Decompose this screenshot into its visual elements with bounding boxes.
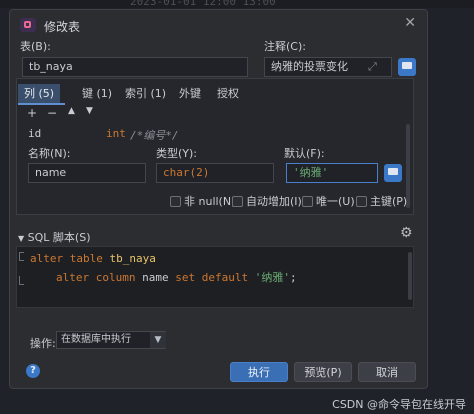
default-value-label: 默认(F): bbox=[284, 147, 325, 160]
tab-columns[interactable]: 列 (5) bbox=[18, 84, 61, 104]
tab-indexes[interactable]: 索引 (1) bbox=[119, 84, 172, 104]
app-icon bbox=[20, 18, 36, 32]
add-icon[interactable]: + bbox=[27, 106, 37, 120]
move-up-icon[interactable]: ▲ bbox=[68, 106, 75, 116]
column-type-label: 类型(Y): bbox=[156, 147, 198, 160]
column-type-input[interactable]: char(2) bbox=[156, 163, 274, 183]
sql-script-title: SQL 脚本(S) bbox=[27, 231, 91, 244]
active-tab-indicator bbox=[18, 103, 65, 105]
primary-key-checkbox[interactable] bbox=[356, 196, 367, 207]
primary-key-label: 主键(P) bbox=[370, 195, 408, 208]
execute-button[interactable]: 执行 bbox=[230, 362, 288, 382]
help-button[interactable]: ? bbox=[26, 364, 40, 378]
operation-label: 操作: bbox=[30, 337, 56, 350]
fold-marker-icon bbox=[19, 252, 24, 261]
gear-icon[interactable]: ⚙ bbox=[400, 225, 413, 241]
preview-button[interactable]: 预览(P) bbox=[294, 362, 352, 382]
not-null-label: 非 null(N) bbox=[184, 195, 236, 208]
sql-line-2: alter column name set default '纳雅'; bbox=[56, 271, 297, 284]
tab-grants[interactable]: 授权 bbox=[211, 84, 245, 104]
comment-label: 注释(C): bbox=[264, 40, 306, 53]
column-name-label: 名称(N): bbox=[28, 147, 71, 160]
column-name-input[interactable]: name bbox=[28, 163, 146, 183]
not-null-checkbox[interactable] bbox=[170, 196, 181, 207]
table-name-input[interactable]: tb_naya bbox=[22, 57, 248, 77]
tab-foreign-keys[interactable]: 外键 bbox=[173, 84, 207, 104]
sql-script-header[interactable]: ▼ SQL 脚本(S) bbox=[18, 229, 91, 245]
background-window-strip: 2023-01-01 12:00 13:00 bbox=[0, 0, 474, 8]
expand-icon[interactable]: ⤢ bbox=[368, 60, 377, 74]
comment-edit-button[interactable] bbox=[398, 58, 416, 76]
tab-keys[interactable]: 键 (1) bbox=[76, 84, 118, 104]
sql-line-1: alter table tb_naya bbox=[30, 252, 156, 265]
unique-checkbox[interactable] bbox=[302, 196, 313, 207]
watermark-text: CSDN @命令导包在线开导 bbox=[332, 398, 466, 411]
column-row-name[interactable]: id bbox=[28, 127, 41, 140]
move-down-icon[interactable]: ▼ bbox=[86, 106, 93, 116]
sql-editor-scrollbar[interactable] bbox=[408, 252, 412, 300]
dialog-title: 修改表 bbox=[44, 20, 81, 34]
column-row-comment[interactable]: /*编号*/ bbox=[130, 127, 179, 143]
default-value-edit-button[interactable] bbox=[384, 164, 402, 182]
chevron-down-icon[interactable]: ▼ bbox=[150, 332, 166, 348]
remove-icon[interactable]: − bbox=[47, 106, 57, 120]
default-value-input[interactable]: '纳雅' bbox=[286, 163, 378, 183]
unique-label: 唯一(U) bbox=[316, 195, 355, 208]
table-label: 表(B): bbox=[20, 40, 51, 53]
collapse-icon: ▼ bbox=[18, 234, 25, 243]
cancel-button[interactable]: 取消 bbox=[358, 362, 416, 382]
auto-increment-checkbox[interactable] bbox=[232, 196, 243, 207]
close-icon[interactable]: ✕ bbox=[404, 15, 416, 31]
auto-increment-label: 自动增加(I) bbox=[246, 195, 302, 208]
background-text: 2023-01-01 12:00 13:00 bbox=[130, 0, 276, 8]
fold-end-icon bbox=[19, 276, 24, 285]
column-row-type[interactable]: int bbox=[106, 127, 126, 140]
